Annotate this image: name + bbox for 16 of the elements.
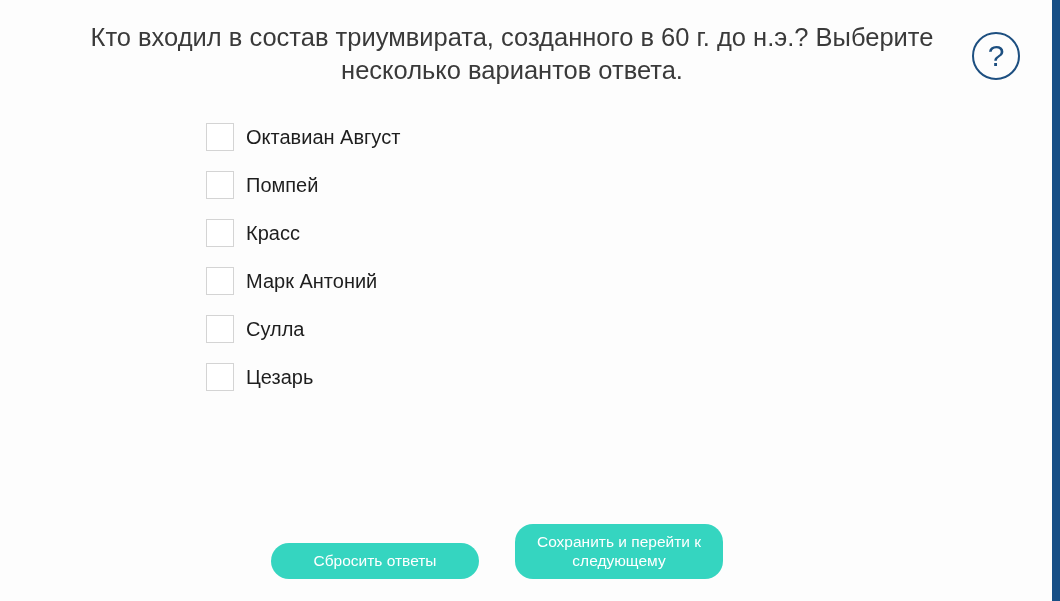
checkbox[interactable] bbox=[206, 171, 234, 199]
option-label: Красс bbox=[246, 221, 300, 245]
question-text: Кто входил в состав триумвирата, созданного в 60 г. до н.э.? Выберите несколько вариантов ответа. bbox=[89, 22, 935, 86]
option-label: Марк Антоний bbox=[246, 269, 378, 293]
save-and-next-button[interactable]: Сохранить и перейти к следующему bbox=[515, 524, 723, 579]
checkbox[interactable] bbox=[206, 267, 234, 295]
reset-answers-button[interactable]: Сбросить ответы bbox=[271, 543, 479, 579]
checkbox[interactable] bbox=[206, 315, 234, 343]
checkbox[interactable] bbox=[206, 219, 234, 247]
option-label: Цезарь bbox=[246, 365, 314, 389]
option-label: Октавиан Август bbox=[246, 125, 401, 149]
checkbox[interactable] bbox=[206, 363, 234, 391]
option-label: Помпей bbox=[246, 173, 319, 197]
option-label: Сулла bbox=[246, 317, 305, 341]
help-button[interactable]: ? bbox=[972, 32, 1020, 80]
checkbox[interactable] bbox=[206, 123, 234, 151]
